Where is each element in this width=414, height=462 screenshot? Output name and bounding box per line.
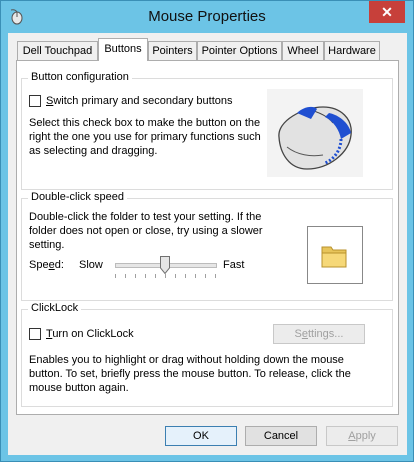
clicklock-description-line-3: mouse button again. <box>29 382 129 394</box>
slider-tick <box>135 274 136 278</box>
fast-label: Fast <box>223 259 245 271</box>
double-click-speed-legend: Double-click speed <box>28 191 127 203</box>
tab-pointer-options[interactable]: Pointer Options <box>197 41 282 60</box>
title-bar[interactable]: Mouse Properties ✕ <box>1 1 413 33</box>
double-click-description-line-3: setting. <box>29 239 65 251</box>
tab-hardware[interactable]: Hardware <box>324 41 380 60</box>
clicklock-settings-button[interactable]: Settings... <box>273 324 365 344</box>
window-title: Mouse Properties <box>148 8 266 25</box>
button-config-description-line-3: as selecting and dragging. <box>29 145 158 157</box>
mouse-properties-window: Mouse Properties ✕ Dell Touchpad Buttons… <box>0 0 414 462</box>
clicklock-label[interactable]: Turn on ClickLock <box>46 327 134 341</box>
folder-icon[interactable] <box>319 241 349 271</box>
double-click-description-line-1: Double-click the folder to test your set… <box>29 211 262 223</box>
slider-tick <box>205 274 206 278</box>
switch-buttons-checkbox[interactable] <box>29 95 41 107</box>
close-button[interactable]: ✕ <box>369 1 405 23</box>
switch-buttons-label[interactable]: Switch primary and secondary buttons <box>46 94 233 108</box>
slider-tick <box>185 274 186 278</box>
mouse-illustration <box>267 89 363 177</box>
button-configuration-group: Button configuration Switch primary and … <box>21 71 393 190</box>
button-configuration-legend: Button configuration <box>28 71 132 83</box>
slow-label: Slow <box>79 259 103 271</box>
button-config-description-line-1: Select this check box to make the button… <box>29 117 261 129</box>
clicklock-description-line-1: Enables you to highlight or drag without… <box>29 354 344 366</box>
dialog-body: Dell Touchpad Buttons Pointers Pointer O… <box>8 33 407 455</box>
slider-tick <box>165 274 166 278</box>
buttons-tab-panel: Button configuration Switch primary and … <box>16 60 399 415</box>
clicklock-legend: ClickLock <box>28 302 82 314</box>
apply-button[interactable]: Apply <box>326 426 398 446</box>
double-click-description-line-2: folder does not open or close, try using… <box>29 225 263 237</box>
slider-tick <box>125 274 126 278</box>
cancel-button[interactable]: Cancel <box>245 426 317 446</box>
slider-tick <box>175 274 176 278</box>
ok-button[interactable]: OK <box>165 426 237 446</box>
slider-tick <box>115 274 116 278</box>
tab-dell-touchpad[interactable]: Dell Touchpad <box>17 41 98 60</box>
tab-pointers[interactable]: Pointers <box>148 41 197 60</box>
slider-tick <box>215 274 216 278</box>
tab-buttons[interactable]: Buttons <box>98 38 148 61</box>
test-folder-area[interactable] <box>307 226 363 284</box>
slider-tick <box>155 274 156 278</box>
clicklock-group: ClickLock Turn on ClickLock Settings... … <box>21 302 393 407</box>
double-click-speed-group: Double-click speed Double-click the fold… <box>21 191 393 301</box>
clicklock-checkbox[interactable] <box>29 328 41 340</box>
tab-wheel[interactable]: Wheel <box>282 41 324 60</box>
slider-tick <box>145 274 146 278</box>
slider-tick <box>195 274 196 278</box>
button-config-description-line-2: right the one you use for primary functi… <box>29 131 261 143</box>
clicklock-description-line-2: button. To set, briefly press the mouse … <box>29 368 351 380</box>
double-click-speed-slider-thumb[interactable] <box>160 256 170 274</box>
speed-label: Speed: <box>29 259 64 271</box>
